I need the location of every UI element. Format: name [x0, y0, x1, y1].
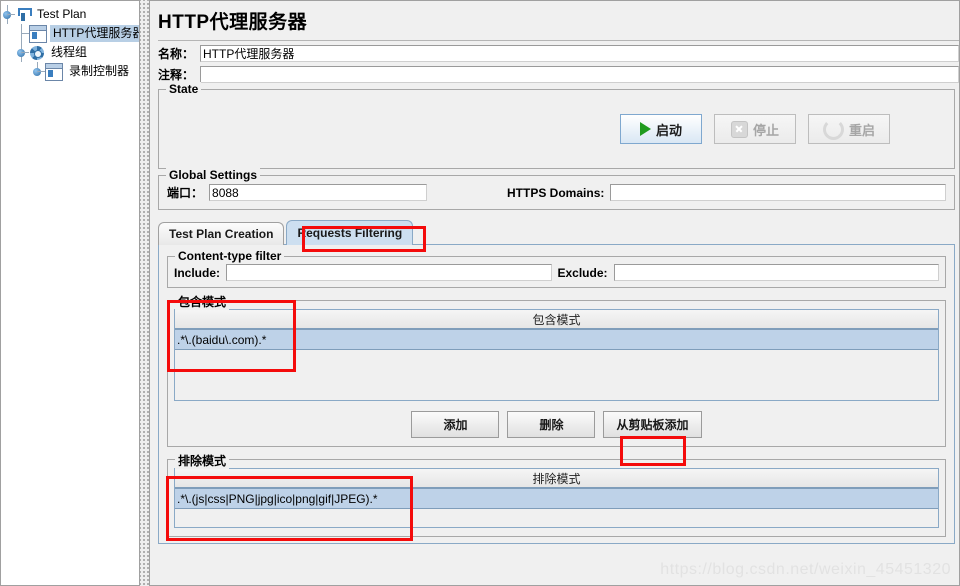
content-type-include-input[interactable]	[226, 264, 552, 281]
state-legend: State	[166, 82, 202, 96]
include-patterns-body: .*\.(baidu\.com).*	[175, 329, 938, 400]
content-type-filter-group: Content-type filter Include: Exclude:	[167, 249, 946, 288]
restart-button[interactable]: 重启	[808, 114, 890, 144]
test-plan-tree-pane[interactable]: Test Plan HTTP代理服务器 线程组 录制控制器	[0, 0, 139, 586]
funnel-icon	[15, 7, 32, 23]
page-title: HTTP代理服务器	[158, 12, 308, 33]
watermark: https://blog.csdn.net/weixin_45451320	[660, 561, 951, 578]
table-row[interactable]: .*\.(baidu\.com).*	[175, 329, 938, 350]
start-button-label: 启动	[655, 122, 682, 138]
content-type-filter-row: Include: Exclude:	[174, 264, 939, 281]
tree-label-recording-controller: 录制控制器	[69, 64, 130, 78]
comment-input[interactable]	[200, 66, 959, 83]
http-proxy-config-panel: HTTP代理服务器 名称： 注释： State 启动	[150, 0, 960, 586]
requests-filtering-panel: Content-type filter Include: Exclude: 包含…	[158, 244, 955, 544]
https-domains-label: HTTPS Domains:	[507, 185, 605, 200]
title-divider	[158, 40, 959, 41]
start-button[interactable]: 启动	[620, 114, 702, 144]
delete-button[interactable]: 删除	[507, 411, 596, 438]
exclude-pattern-value: .*\.(js|css|PNG|jpg|ico|png|gif|JPEG).*	[177, 491, 378, 506]
tree-node-http-proxy[interactable]: HTTP代理服务器	[1, 24, 139, 43]
stop-button-label: 停止	[752, 122, 779, 138]
tree-elbow	[31, 62, 45, 81]
comment-row: 注释：	[158, 66, 959, 83]
window-icon	[29, 24, 47, 43]
tree-label-http-proxy: HTTP代理服务器	[50, 25, 139, 42]
include-pattern-value: .*\.(baidu\.com).*	[177, 332, 267, 347]
exclude-patterns-body: .*\.(js|css|PNG|jpg|ico|png|gif|JPEG).*	[175, 488, 938, 527]
tree-elbow	[15, 24, 29, 43]
include-patterns-table[interactable]: 包含模式 .*\.(baidu\.com).*	[174, 309, 939, 401]
tree-node-thread-group[interactable]: 线程组	[1, 43, 139, 62]
split-pane-divider[interactable]	[139, 0, 150, 586]
restart-icon	[822, 118, 844, 140]
include-patterns-column-header: 包含模式	[175, 310, 938, 329]
gear-icon	[29, 45, 45, 61]
tab-test-plan-creation[interactable]: Test Plan Creation	[158, 222, 285, 245]
tree-expand-knob[interactable]	[3, 11, 11, 19]
port-label: 端口：	[167, 186, 204, 200]
tab-requests-filtering[interactable]: Requests Filtering	[286, 220, 414, 245]
tree-expand-knob[interactable]	[17, 49, 25, 57]
tree-elbow	[1, 5, 15, 24]
https-domains-input[interactable]	[610, 184, 946, 201]
global-settings-legend: Global Settings	[166, 168, 261, 182]
name-label: 名称：	[158, 47, 195, 61]
content-type-filter-legend: Content-type filter	[175, 249, 285, 263]
name-row: 名称：	[158, 45, 959, 62]
add-from-clipboard-button[interactable]: 从剪贴板添加	[603, 411, 702, 438]
include-patterns-legend: 包含模式	[175, 293, 230, 310]
tree-expand-knob[interactable]	[33, 68, 41, 76]
exclude-patterns-legend: 排除模式	[175, 452, 230, 469]
window-icon	[45, 62, 63, 81]
tree-root: Test Plan HTTP代理服务器 线程组 录制控制器	[1, 1, 139, 81]
content-type-exclude-input[interactable]	[613, 264, 939, 281]
exclude-patterns-table[interactable]: 排除模式 .*\.(js|css|PNG|jpg|ico|png|gif|JPE…	[174, 468, 939, 528]
play-icon	[639, 122, 651, 136]
port-input[interactable]	[209, 184, 428, 201]
global-settings-group: Global Settings 端口： HTTPS Domains:	[158, 168, 955, 210]
tree-node-recording-controller[interactable]: 录制控制器	[1, 62, 139, 81]
panel-content: HTTP代理服务器 名称： 注释： State 启动	[150, 1, 959, 545]
add-button[interactable]: 添加	[411, 411, 500, 438]
tree-label-thread-group: 线程组	[51, 45, 88, 59]
include-patterns-buttons: 添加 删除 从剪贴板添加	[174, 411, 939, 438]
stop-button[interactable]: 停止	[714, 114, 796, 144]
tree-node-test-plan[interactable]: Test Plan	[1, 5, 139, 24]
stop-icon	[730, 120, 748, 138]
state-group: State 启动 停止 重启	[158, 82, 955, 169]
include-patterns-group: 包含模式 包含模式 .*\.(baidu\.com).* 添加 删除 从剪贴板添…	[167, 293, 946, 447]
jmeter-window: Test Plan HTTP代理服务器 线程组 录制控制器 HTTP代理服务器 …	[0, 0, 960, 586]
tab-requests-filtering-label: Requests Filtering	[297, 226, 403, 240]
tab-test-plan-creation-label: Test Plan Creation	[169, 227, 274, 241]
tree-elbow	[15, 43, 29, 62]
exclude-patterns-column-header: 排除模式	[175, 469, 938, 488]
exclude-patterns-group: 排除模式 排除模式 .*\.(js|css|PNG|jpg|ico|png|gi…	[167, 452, 946, 537]
state-buttons-row: 启动 停止 重启	[167, 98, 946, 160]
include-patterns-empty-area	[175, 350, 938, 400]
table-row[interactable]: .*\.(js|css|PNG|jpg|ico|png|gif|JPEG).*	[175, 488, 938, 509]
name-input[interactable]	[200, 45, 959, 62]
tree-label-test-plan: Test Plan	[37, 7, 87, 21]
tab-bar: Test Plan Creation Requests Filtering	[158, 220, 955, 245]
include-label: Include:	[174, 265, 221, 280]
global-settings-row: 端口： HTTPS Domains:	[167, 184, 946, 201]
exclude-label: Exclude:	[557, 265, 608, 280]
comment-label: 注释：	[158, 68, 195, 82]
restart-button-label: 重启	[848, 122, 875, 138]
exclude-patterns-empty-area	[175, 509, 938, 527]
